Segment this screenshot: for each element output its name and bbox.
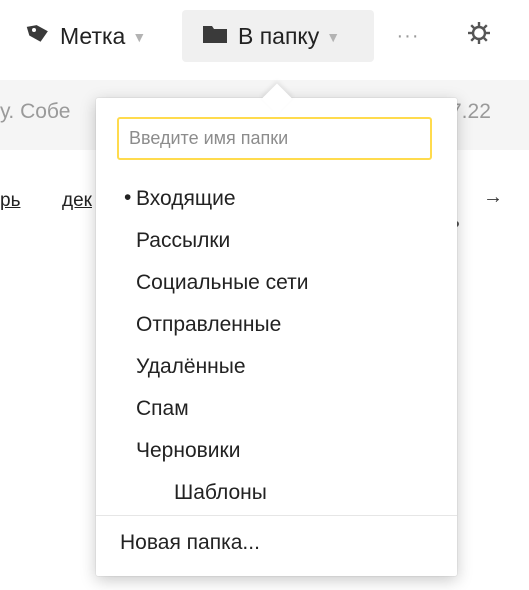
period-link-2[interactable]: дек: [62, 190, 92, 212]
folder-item-deleted[interactable]: Удалённые: [96, 348, 457, 388]
move-to-folder-text: В папку: [238, 22, 320, 49]
chevron-down-icon: ▼: [326, 29, 341, 45]
folder-item-spam[interactable]: Спам: [96, 390, 457, 430]
folder-name: Отправленные: [136, 313, 282, 336]
folder-name: Черновики: [136, 439, 241, 462]
next-arrow-link[interactable]: →: [483, 186, 503, 209]
folder-item-newsletters[interactable]: Рассылки: [96, 222, 457, 262]
selected-bullet: •: [124, 186, 132, 209]
folder-item-social[interactable]: Социальные сети: [96, 264, 457, 304]
folder-name: Социальные сети: [136, 271, 309, 294]
folder-item-sent[interactable]: Отправленные: [96, 306, 457, 346]
folder-dropdown: • Входящие Рассылки Социальные сети Отпр…: [96, 98, 457, 576]
label-button-text: Метка: [60, 22, 126, 49]
folder-item-templates[interactable]: Шаблоны: [96, 474, 457, 514]
folder-search-input[interactable]: [117, 117, 432, 160]
gear-icon: [466, 20, 492, 52]
folder-name: Шаблоны: [174, 481, 267, 504]
popup-divider: [96, 515, 457, 516]
folder-name: Спам: [136, 397, 189, 420]
label-button[interactable]: Метка ▼: [26, 10, 146, 62]
folder-name: Рассылки: [136, 229, 231, 252]
mail-client-page: Метка ▼ В папку ▼ ··· у. Собе 7.22 рь де…: [0, 0, 529, 590]
folder-item-drafts[interactable]: Черновики: [96, 432, 457, 472]
folder-icon: [202, 23, 228, 50]
folder-name: Удалённые: [136, 355, 246, 378]
more-actions-button[interactable]: ···: [388, 10, 428, 62]
folder-name: Входящие: [136, 187, 236, 210]
settings-button[interactable]: [454, 10, 504, 62]
new-folder-button[interactable]: Новая папка...: [120, 531, 260, 555]
message-toolbar: Метка ▼ В папку ▼ ···: [0, 0, 529, 72]
more-icon: ···: [396, 24, 420, 47]
period-link-1[interactable]: рь: [0, 190, 20, 212]
chevron-down-icon: ▼: [132, 29, 147, 45]
move-to-folder-button[interactable]: В папку ▼: [182, 10, 374, 62]
message-subject-fragment: у. Собе: [0, 100, 71, 123]
folder-item-inbox[interactable]: • Входящие: [96, 180, 457, 220]
tag-icon: [26, 22, 50, 50]
